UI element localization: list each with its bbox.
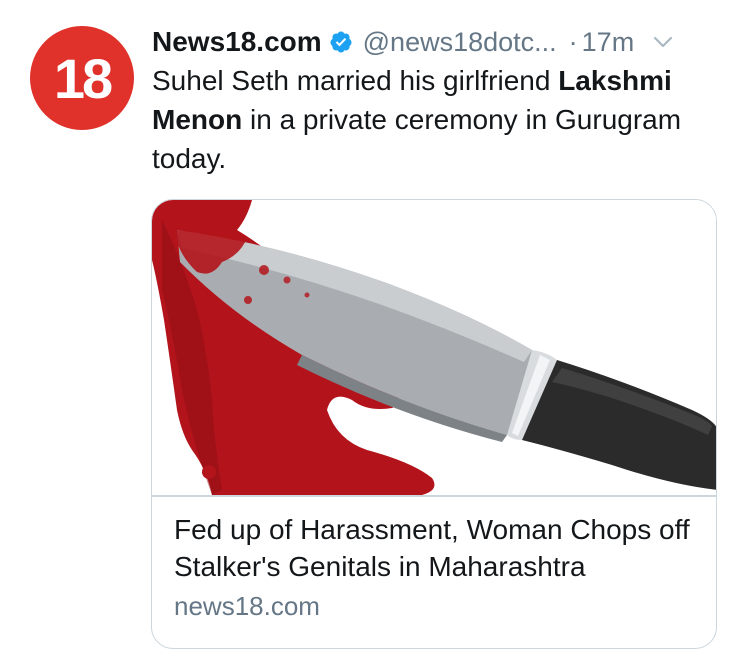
avatar[interactable]: 18 xyxy=(30,26,134,130)
bloody-knife-image[interactable] xyxy=(152,200,717,495)
avatar-logo-text: 18 xyxy=(53,47,113,110)
tweet-header: News18.com @news18dotc... · 17m xyxy=(152,22,732,62)
tweet[interactable]: 18 News18.com @news18dotc... · 17m Suhel… xyxy=(0,0,750,664)
display-name[interactable]: News18.com xyxy=(152,26,322,58)
tweet-text: Suhel Seth married his girlfriend Lakshm… xyxy=(152,61,732,178)
separator-dot: · xyxy=(568,26,578,57)
chevron-down-icon[interactable] xyxy=(652,31,674,53)
card-domain[interactable]: news18.com xyxy=(174,591,320,622)
card-divider xyxy=(152,495,716,497)
verified-badge-icon xyxy=(330,31,352,53)
tweet-text-before: Suhel Seth married his girlfriend xyxy=(152,65,559,96)
card-title[interactable]: Fed up of Harassment, Woman Chops off St… xyxy=(174,511,704,585)
handle[interactable]: @news18dotc... xyxy=(363,27,557,58)
timestamp[interactable]: 17m xyxy=(582,27,635,58)
link-card[interactable]: Fed up of Harassment, Woman Chops off St… xyxy=(151,199,717,649)
